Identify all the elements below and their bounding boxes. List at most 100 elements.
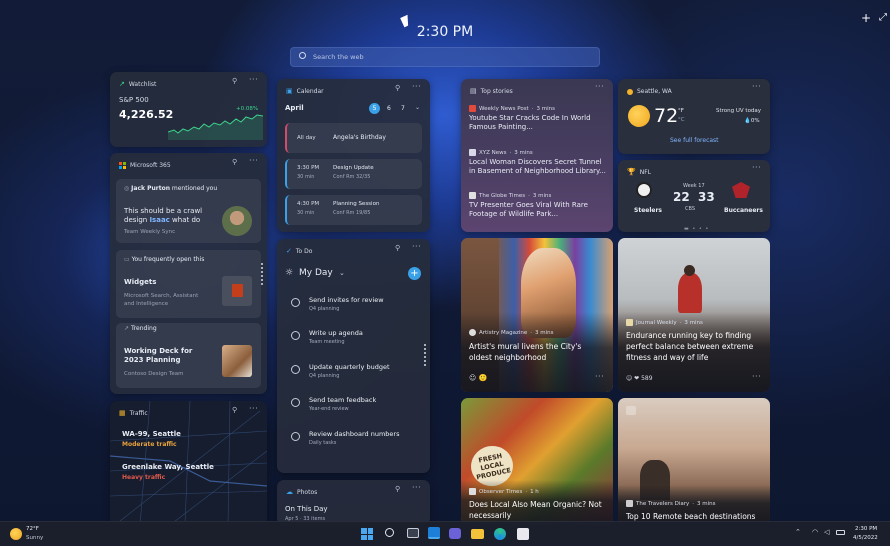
reactions-icon[interactable]: ☺ ❤ 589 <box>626 375 653 382</box>
rain-drop-icon: 💧 <box>744 118 751 124</box>
task-list: Q4 planning <box>309 306 340 312</box>
event-time: All day <box>297 135 316 141</box>
scroll-indicator[interactable] <box>424 344 426 366</box>
story-item[interactable]: Weekly News Post · 3 mins Youtube Star C… <box>469 105 607 132</box>
carousel-dots[interactable]: ▬ • • • <box>684 226 709 232</box>
battery-icon[interactable] <box>836 530 845 535</box>
taskbar-date[interactable]: 4/5/2022 <box>853 535 878 541</box>
reaction-count: 589 <box>641 375 653 382</box>
top-stories-widget[interactable]: ▤ Top stories ··· Weekly News Post · 3 mi… <box>461 79 613 232</box>
add-task-button[interactable]: + <box>408 267 421 280</box>
task-checkbox[interactable] <box>291 398 300 407</box>
taskbar-temp[interactable]: 72°F <box>26 526 39 532</box>
clock: 2:30 PM <box>416 24 474 40</box>
news-card[interactable]: The Travelers Diary · 3 mins Top 10 Remo… <box>618 398 770 525</box>
task-item[interactable]: Update quarterly budget Q4 planning <box>291 363 418 393</box>
task-item[interactable]: Send invites for review Q4 planning <box>291 296 418 326</box>
scroll-indicator[interactable] <box>261 263 263 285</box>
article-source: The Travelers Diary · 3 mins <box>626 500 716 507</box>
frequent-file-card[interactable]: ▭ You frequently open this Widgets Micro… <box>116 250 261 318</box>
nfl-widget[interactable]: 🏆 NFL ··· Steelers Week 17 22 33 CBS Bucc… <box>618 160 770 232</box>
search-box[interactable]: Search the web <box>290 47 600 67</box>
day-selected[interactable]: 5 <box>369 103 380 114</box>
task-item[interactable]: Send team feedback Year-end review <box>291 396 418 426</box>
team-1-name: Steelers <box>634 207 662 214</box>
task-checkbox[interactable] <box>291 365 300 374</box>
calendar-event[interactable]: 3:30 PM 30 min Design Update Conf Rm 32/… <box>285 159 422 189</box>
task-title: Review dashboard numbers <box>309 430 400 438</box>
task-checkbox[interactable] <box>291 331 300 340</box>
day[interactable]: 6 <box>387 105 391 113</box>
edge-icon[interactable] <box>494 528 506 540</box>
task-view-icon[interactable] <box>407 528 419 538</box>
more-options-button[interactable]: ··· <box>752 82 761 91</box>
news-card[interactable]: Artistry Magazine · 3 mins Artist's mura… <box>461 238 613 392</box>
more-options-button[interactable]: ··· <box>249 156 258 165</box>
calendar-icon: ▣ <box>286 87 293 95</box>
trending-card[interactable]: ↗ Trending Working Deck for 2023 Plannin… <box>116 323 261 388</box>
chevron-down-icon[interactable]: ⌄ <box>339 269 345 277</box>
story-item[interactable]: XYZ News · 3 mins Local Woman Discovers … <box>469 149 607 176</box>
calendar-widget[interactable]: ▣ Calendar ⚲ ··· April 5 6 7 ⌄ All day An… <box>277 79 430 232</box>
pin-icon[interactable]: ⚲ <box>395 485 400 493</box>
more-options-button[interactable]: ··· <box>595 82 604 91</box>
pin-icon[interactable]: ⚲ <box>395 244 400 252</box>
weather-icon <box>627 88 633 95</box>
team-2-score: 33 <box>698 190 715 204</box>
more-options-button[interactable]: ··· <box>412 483 421 492</box>
taskbar-time[interactable]: 2:30 PM <box>855 526 877 532</box>
news-card[interactable]: Journal Weekly · 3 mins Endurance runnin… <box>618 238 770 392</box>
microsoft365-widget[interactable]: Microsoft 365 ⚲ ··· ◎ Jack Purton mentio… <box>110 153 267 394</box>
more-options-button[interactable]: ··· <box>412 242 421 251</box>
store-icon[interactable] <box>517 528 529 540</box>
search-icon[interactable] <box>385 528 394 537</box>
traffic-widget[interactable]: ▦ Traffic ⚲ ··· WA-99, Seattle Moderate t… <box>110 401 267 525</box>
more-options-button[interactable]: ··· <box>595 372 604 381</box>
chevron-down-icon[interactable]: ⌄ <box>415 104 420 111</box>
unit-c[interactable]: °C <box>678 117 685 123</box>
more-options-button[interactable]: ··· <box>752 372 761 381</box>
pin-icon[interactable]: ⚲ <box>232 77 237 85</box>
mention-card[interactable]: ◎ Jack Purton mentioned you This should … <box>116 179 261 243</box>
task-checkbox[interactable] <box>291 298 300 307</box>
weather-sun-icon[interactable] <box>10 528 22 540</box>
calendar-event[interactable]: 4:30 PM 30 min Planning Session Conf Rm … <box>285 195 422 225</box>
expand-button[interactable]: ⤢ <box>876 8 890 28</box>
task-item[interactable]: Write up agenda Team meeting <box>291 329 418 359</box>
forecast-link[interactable]: See full forecast <box>670 137 719 144</box>
reactions-icon[interactable]: ☺ 🙂 <box>469 374 487 382</box>
pin-icon[interactable]: ⚲ <box>232 158 237 166</box>
pin-icon[interactable]: ⚲ <box>232 406 237 414</box>
volume-icon[interactable]: ◁ <box>824 528 829 536</box>
news-card[interactable]: FRESH LOCAL PRODUCE Observer Times · 1 h… <box>461 398 613 525</box>
pin-icon[interactable]: ⚲ <box>395 84 400 92</box>
watchlist-widget[interactable]: ↗ Watchlist ⚲ ··· S&P 500 4,226.52 +0.08% <box>110 72 267 147</box>
file-explorer-icon[interactable] <box>471 529 484 539</box>
start-icon[interactable] <box>361 528 373 540</box>
photos-widget[interactable]: ☁ Photos ⚲ ··· On This Day Apr 5 · 33 ite… <box>277 480 430 525</box>
widget-title: NFL <box>639 169 652 176</box>
calendar-event[interactable]: All day Angela's Birthday <box>285 123 422 153</box>
todo-widget[interactable]: ✓ To Do ⚲ ··· ☼ My Day ⌄ + Send invites f… <box>277 239 430 473</box>
list-name[interactable]: My Day <box>299 268 333 278</box>
file-name: Widgets <box>124 278 157 286</box>
widgets-icon[interactable] <box>428 527 440 539</box>
task-item[interactable]: Review dashboard numbers Daily tasks <box>291 430 418 460</box>
teams-chat-icon[interactable] <box>449 528 461 539</box>
event-title: Angela's Birthday <box>333 134 386 141</box>
day[interactable]: 7 <box>401 105 405 113</box>
stock-symbol: S&P 500 <box>119 96 149 104</box>
more-options-button[interactable]: ··· <box>412 82 421 91</box>
task-checkbox[interactable] <box>291 432 300 441</box>
taskbar-condition[interactable]: Sunny <box>26 535 43 541</box>
add-widget-button[interactable]: + <box>858 8 874 28</box>
weather-condition: Strong UV today <box>716 108 762 114</box>
more-options-button[interactable]: ··· <box>249 404 258 413</box>
more-options-button[interactable]: ··· <box>249 75 258 84</box>
more-options-button[interactable]: ··· <box>752 163 761 172</box>
story-item[interactable]: The Globe Times · 3 mins TV Presenter Go… <box>469 192 607 219</box>
unit-f[interactable]: °F <box>678 108 684 114</box>
weather-widget[interactable]: Seattle, WA ··· 72 °F °C Strong UV today… <box>618 79 770 154</box>
wifi-icon[interactable]: ◠ <box>812 528 818 536</box>
chevron-up-icon[interactable]: ⌃ <box>795 528 801 536</box>
